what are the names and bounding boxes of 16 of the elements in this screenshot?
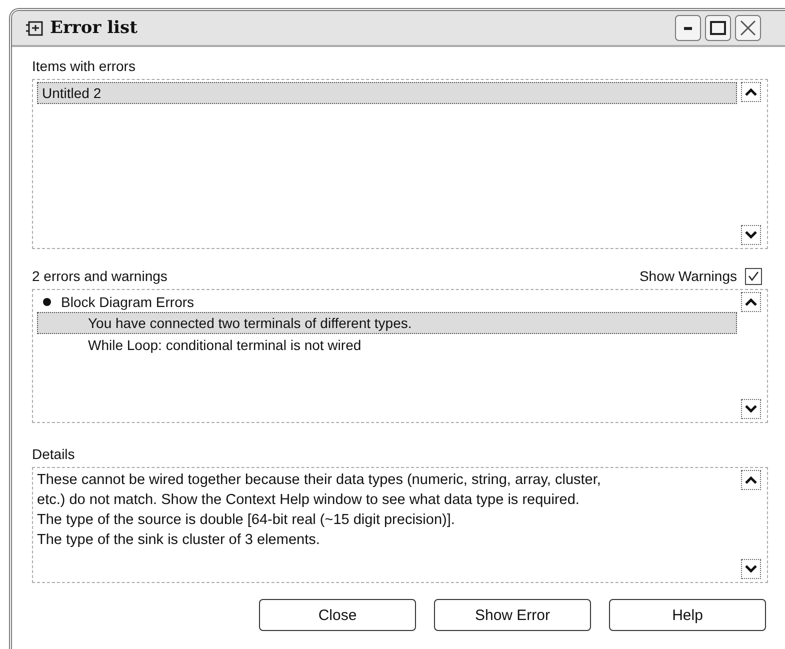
items-label: Items with errors: [32, 57, 136, 75]
details-text: etc.) do not match. Show the Context Help window to see what data type is required.: [37, 491, 580, 510]
details-text: The type of the sink is cluster of 3 elements.: [37, 531, 321, 550]
window-title: Error list: [50, 18, 138, 38]
details-text: These cannot be wired together because their data types (numeric, string, array, cluster,: [37, 471, 602, 490]
error-group[interactable]: Block Diagram Errors: [61, 292, 194, 312]
dialog-button[interactable]: Help: [609, 599, 766, 631]
show-warnings-label: Show Warnings: [639, 267, 737, 285]
errors-summary: 2 errors and warnings: [32, 267, 168, 285]
error-item[interactable]: While Loop: conditional terminal is not wired: [37, 334, 737, 356]
list-item[interactable]: Untitled 2: [37, 82, 737, 104]
dialog-button[interactable]: Show Error: [434, 599, 591, 631]
details-label: Details: [32, 445, 76, 463]
dialog-button[interactable]: Close: [259, 599, 416, 631]
details-text: The type of the source is double [64-bit real (~15 digit precision)].: [37, 511, 456, 530]
error-item[interactable]: You have connected two terminals of different types.: [37, 312, 737, 334]
